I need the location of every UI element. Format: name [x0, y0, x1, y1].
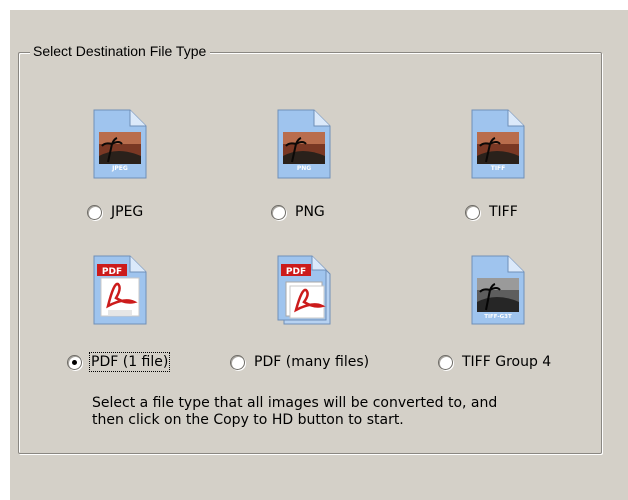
tiff-group4-radio-button[interactable]: [438, 354, 453, 370]
jpeg-radio-option[interactable]: JPEG: [87, 200, 144, 224]
tiff-g4-file-icon[interactable]: TIFF-G3T: [470, 254, 526, 326]
tiff-radio-option[interactable]: TIFF: [465, 200, 519, 224]
png-icon-caption: PNG: [297, 165, 311, 172]
tiff-icon-caption: TIFF: [491, 165, 506, 172]
group-title: Select Destination File Type: [30, 41, 211, 61]
pdf-multi-icon-caption: PDF: [286, 267, 306, 277]
instruction-line-1: Select a file type that all images will …: [92, 395, 498, 411]
jpeg-radio-label[interactable]: JPEG: [110, 203, 144, 221]
instruction-line-2: then click on the Copy to HD button to s…: [92, 412, 404, 428]
instruction-text: Select a file type that all images will …: [92, 395, 562, 429]
jpeg-icon-caption: JPEG: [111, 165, 128, 172]
pdf-single-radio-label[interactable]: PDF (1 file): [88, 352, 171, 372]
tiff-radio-button[interactable]: [465, 204, 480, 220]
pdf-many-radio-option[interactable]: PDF (many files): [230, 350, 370, 374]
png-file-icon[interactable]: PNG: [276, 108, 332, 180]
pdf-file-icon[interactable]: PDF: [92, 254, 148, 326]
tiff-file-icon[interactable]: TIFF: [470, 108, 526, 180]
jpeg-file-icon[interactable]: JPEG: [92, 108, 148, 180]
png-radio-label[interactable]: PNG: [294, 203, 326, 221]
pdf-single-radio-option[interactable]: PDF (1 file): [67, 350, 171, 374]
pdf-many-radio-button[interactable]: [230, 354, 245, 370]
pdf-multiple-files-icon[interactable]: PDF: [276, 254, 332, 326]
tiff-radio-label[interactable]: TIFF: [488, 203, 519, 221]
png-radio-button[interactable]: [271, 204, 286, 220]
jpeg-radio-button[interactable]: [87, 204, 102, 220]
pdf-many-radio-label[interactable]: PDF (many files): [253, 353, 370, 371]
png-radio-option[interactable]: PNG: [271, 200, 326, 224]
tiff-group4-radio-option[interactable]: TIFF Group 4: [438, 350, 552, 374]
tiff-g4-icon-caption: TIFF-G3T: [484, 314, 512, 320]
pdf-single-radio-button[interactable]: [67, 354, 82, 370]
tiff-group4-radio-label[interactable]: TIFF Group 4: [461, 353, 552, 371]
pdf-icon-caption: PDF: [102, 267, 122, 277]
